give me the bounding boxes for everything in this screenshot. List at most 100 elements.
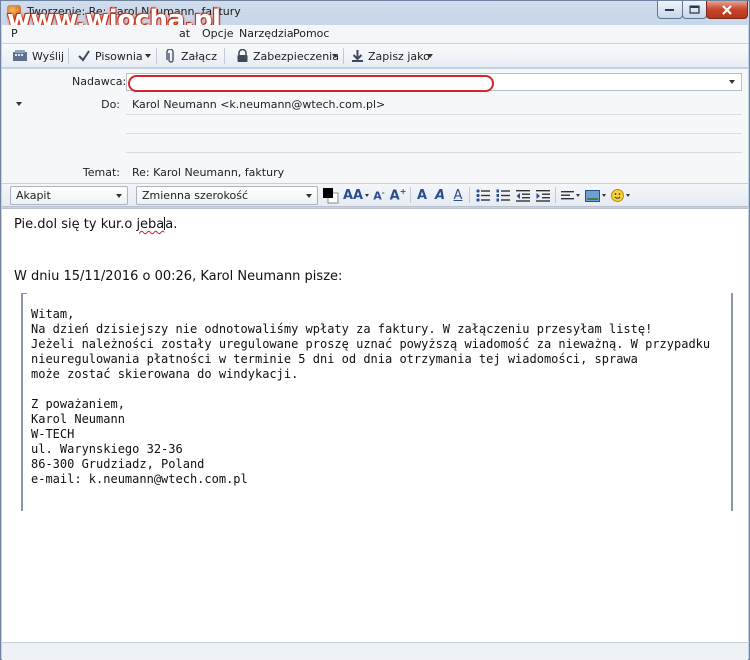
align-button[interactable] <box>559 187 581 204</box>
paperclip-icon <box>166 48 174 63</box>
smaller-text-icon: A- <box>373 188 385 203</box>
italic-button[interactable]: A <box>433 187 447 204</box>
emoticon-button[interactable] <box>609 187 631 204</box>
smaller-text-button[interactable]: A- <box>372 187 386 204</box>
send-icon <box>13 50 27 61</box>
toolbar-separator <box>68 48 69 64</box>
quoted-line: e-mail: k.neumann@wtech.com.pl <box>31 472 248 486</box>
larger-text-icon: A+ <box>389 187 407 204</box>
font-family-select[interactable]: Zmienna szerokość <box>136 186 318 205</box>
quoted-message: Witam, Na dzień dzisiejszy nie odnotowal… <box>21 293 733 511</box>
quoted-line: nieuregulowania płatności w terminie 5 d… <box>31 352 638 366</box>
paragraph-style-value: Akapit <box>16 189 51 202</box>
menu-help[interactable]: Pomoc <box>293 27 329 40</box>
attach-button[interactable]: Załącz <box>165 48 217 64</box>
larger-text-button[interactable]: A+ <box>389 187 407 204</box>
recipient-type-dropdown[interactable] <box>16 102 22 106</box>
minimize-button[interactable] <box>657 1 683 19</box>
underline-icon: A <box>453 188 463 203</box>
message-headers: Nadawca: Do: Karol Neumann <k.neumann@wt… <box>2 69 748 183</box>
outdent-button[interactable] <box>515 187 531 204</box>
quoted-line: Karol Neumann <box>31 412 125 426</box>
compose-toolbar: Wyślij Pisownia Załącz Zabezpieczenia Za… <box>2 44 748 68</box>
recipient-row-divider <box>126 152 742 153</box>
underline-button[interactable]: A <box>451 187 465 204</box>
numbered-list-button[interactable] <box>495 187 511 204</box>
to-recipient[interactable]: Karol Neumann <k.neumann@wtech.com.pl> <box>132 98 385 111</box>
recipient-row-divider <box>126 114 742 115</box>
subject-label: Temat: <box>82 166 120 179</box>
numbered-list-icon <box>496 189 510 202</box>
chevron-down-icon <box>306 194 312 198</box>
maximize-icon <box>689 5 700 14</box>
toolbar-separator <box>555 187 556 203</box>
color-swatch-icon <box>323 187 339 203</box>
bullet-list-icon <box>476 189 490 202</box>
spelling-dropdown-arrow[interactable] <box>145 54 151 58</box>
download-arrow-icon <box>352 50 363 62</box>
menu-tools[interactable]: Narzędzia <box>239 27 294 40</box>
close-button[interactable] <box>706 1 748 19</box>
toolbar-separator <box>343 48 344 64</box>
from-label: Nadawca: <box>72 75 127 88</box>
status-bar <box>2 642 748 660</box>
misspelled-word: jeba <box>136 217 165 232</box>
font-size-button[interactable]: AA <box>343 187 370 204</box>
text-color-button[interactable] <box>322 187 340 204</box>
menu-options[interactable]: Opcje <box>202 27 234 40</box>
maximize-button[interactable] <box>682 1 707 19</box>
send-button[interactable]: Wyślij <box>12 48 64 64</box>
quoted-line: Witam, <box>31 307 75 321</box>
bullet-list-button[interactable] <box>475 187 491 204</box>
security-button[interactable]: Zabezpieczenia <box>236 48 339 64</box>
toolbar-separator <box>156 48 157 64</box>
chevron-down-icon <box>365 194 370 197</box>
align-left-icon <box>560 190 574 199</box>
reply-text-part: a. <box>165 217 178 232</box>
menu-format[interactable]: at <box>179 27 190 40</box>
spelling-button[interactable]: Pisownia <box>77 48 143 64</box>
security-label: Zabezpieczenia <box>253 49 339 63</box>
paragraph-style-select[interactable]: Akapit <box>10 186 128 205</box>
toolbar-separator <box>410 187 411 203</box>
lock-icon <box>237 49 248 62</box>
subject-field[interactable]: Re: Karol Neumann, faktury <box>132 166 284 179</box>
chevron-down-icon <box>601 194 606 197</box>
smiley-icon <box>610 189 624 202</box>
indent-button[interactable] <box>535 187 551 204</box>
recipient-row-divider <box>126 133 742 134</box>
bold-icon: A <box>416 188 428 203</box>
quoted-line: Jeżeli należności zostały uregulowane pr… <box>31 337 711 351</box>
quote-header: W dniu 15/11/2016 o 00:26, Karol Neumann… <box>14 269 343 284</box>
checkmark-icon <box>78 50 90 62</box>
highlight-ring <box>128 75 494 92</box>
chevron-down-icon <box>625 194 630 197</box>
outdent-icon <box>516 190 530 202</box>
bold-button[interactable]: A <box>415 187 429 204</box>
menu-bar: P at Opcje Narzędzia Pomoc <box>2 25 748 43</box>
indent-icon <box>536 190 550 202</box>
reply-text: Pie.dol się ty kur.o jebaa. <box>14 217 177 232</box>
minimize-icon <box>665 8 674 11</box>
quoted-line: ul. Warynskiego 32-36 <box>31 442 183 456</box>
send-label: Wyślij <box>32 49 65 63</box>
toolbar-separator <box>224 48 225 64</box>
image-icon <box>584 189 600 202</box>
save-as-label: Zapisz jako <box>368 49 430 63</box>
from-dropdown-arrow[interactable] <box>729 80 735 84</box>
message-body-editor[interactable]: Pie.dol się ty kur.o jebaa. W dniu 15/11… <box>2 208 748 642</box>
save-as-button[interactable]: Zapisz jako <box>351 48 430 64</box>
quoted-line: W-TECH <box>31 427 75 441</box>
security-dropdown-arrow[interactable] <box>332 54 338 58</box>
insert-image-button[interactable] <box>584 187 606 204</box>
title-bar[interactable]: Tworzenie: Re: Karol Neumann, faktury ww… <box>1 1 749 35</box>
quoted-line: Z poważaniem, <box>31 397 125 411</box>
menu-file[interactable]: P <box>11 27 18 40</box>
spelling-label: Pisownia <box>95 49 143 63</box>
chevron-down-icon <box>116 194 122 198</box>
quoted-line: może zostać skierowana do windykacji. <box>31 367 299 381</box>
close-icon <box>722 4 732 15</box>
attach-label: Załącz <box>181 49 217 63</box>
font-family-value: Zmienna szerokość <box>142 189 249 202</box>
save-as-dropdown-arrow[interactable] <box>427 54 433 58</box>
